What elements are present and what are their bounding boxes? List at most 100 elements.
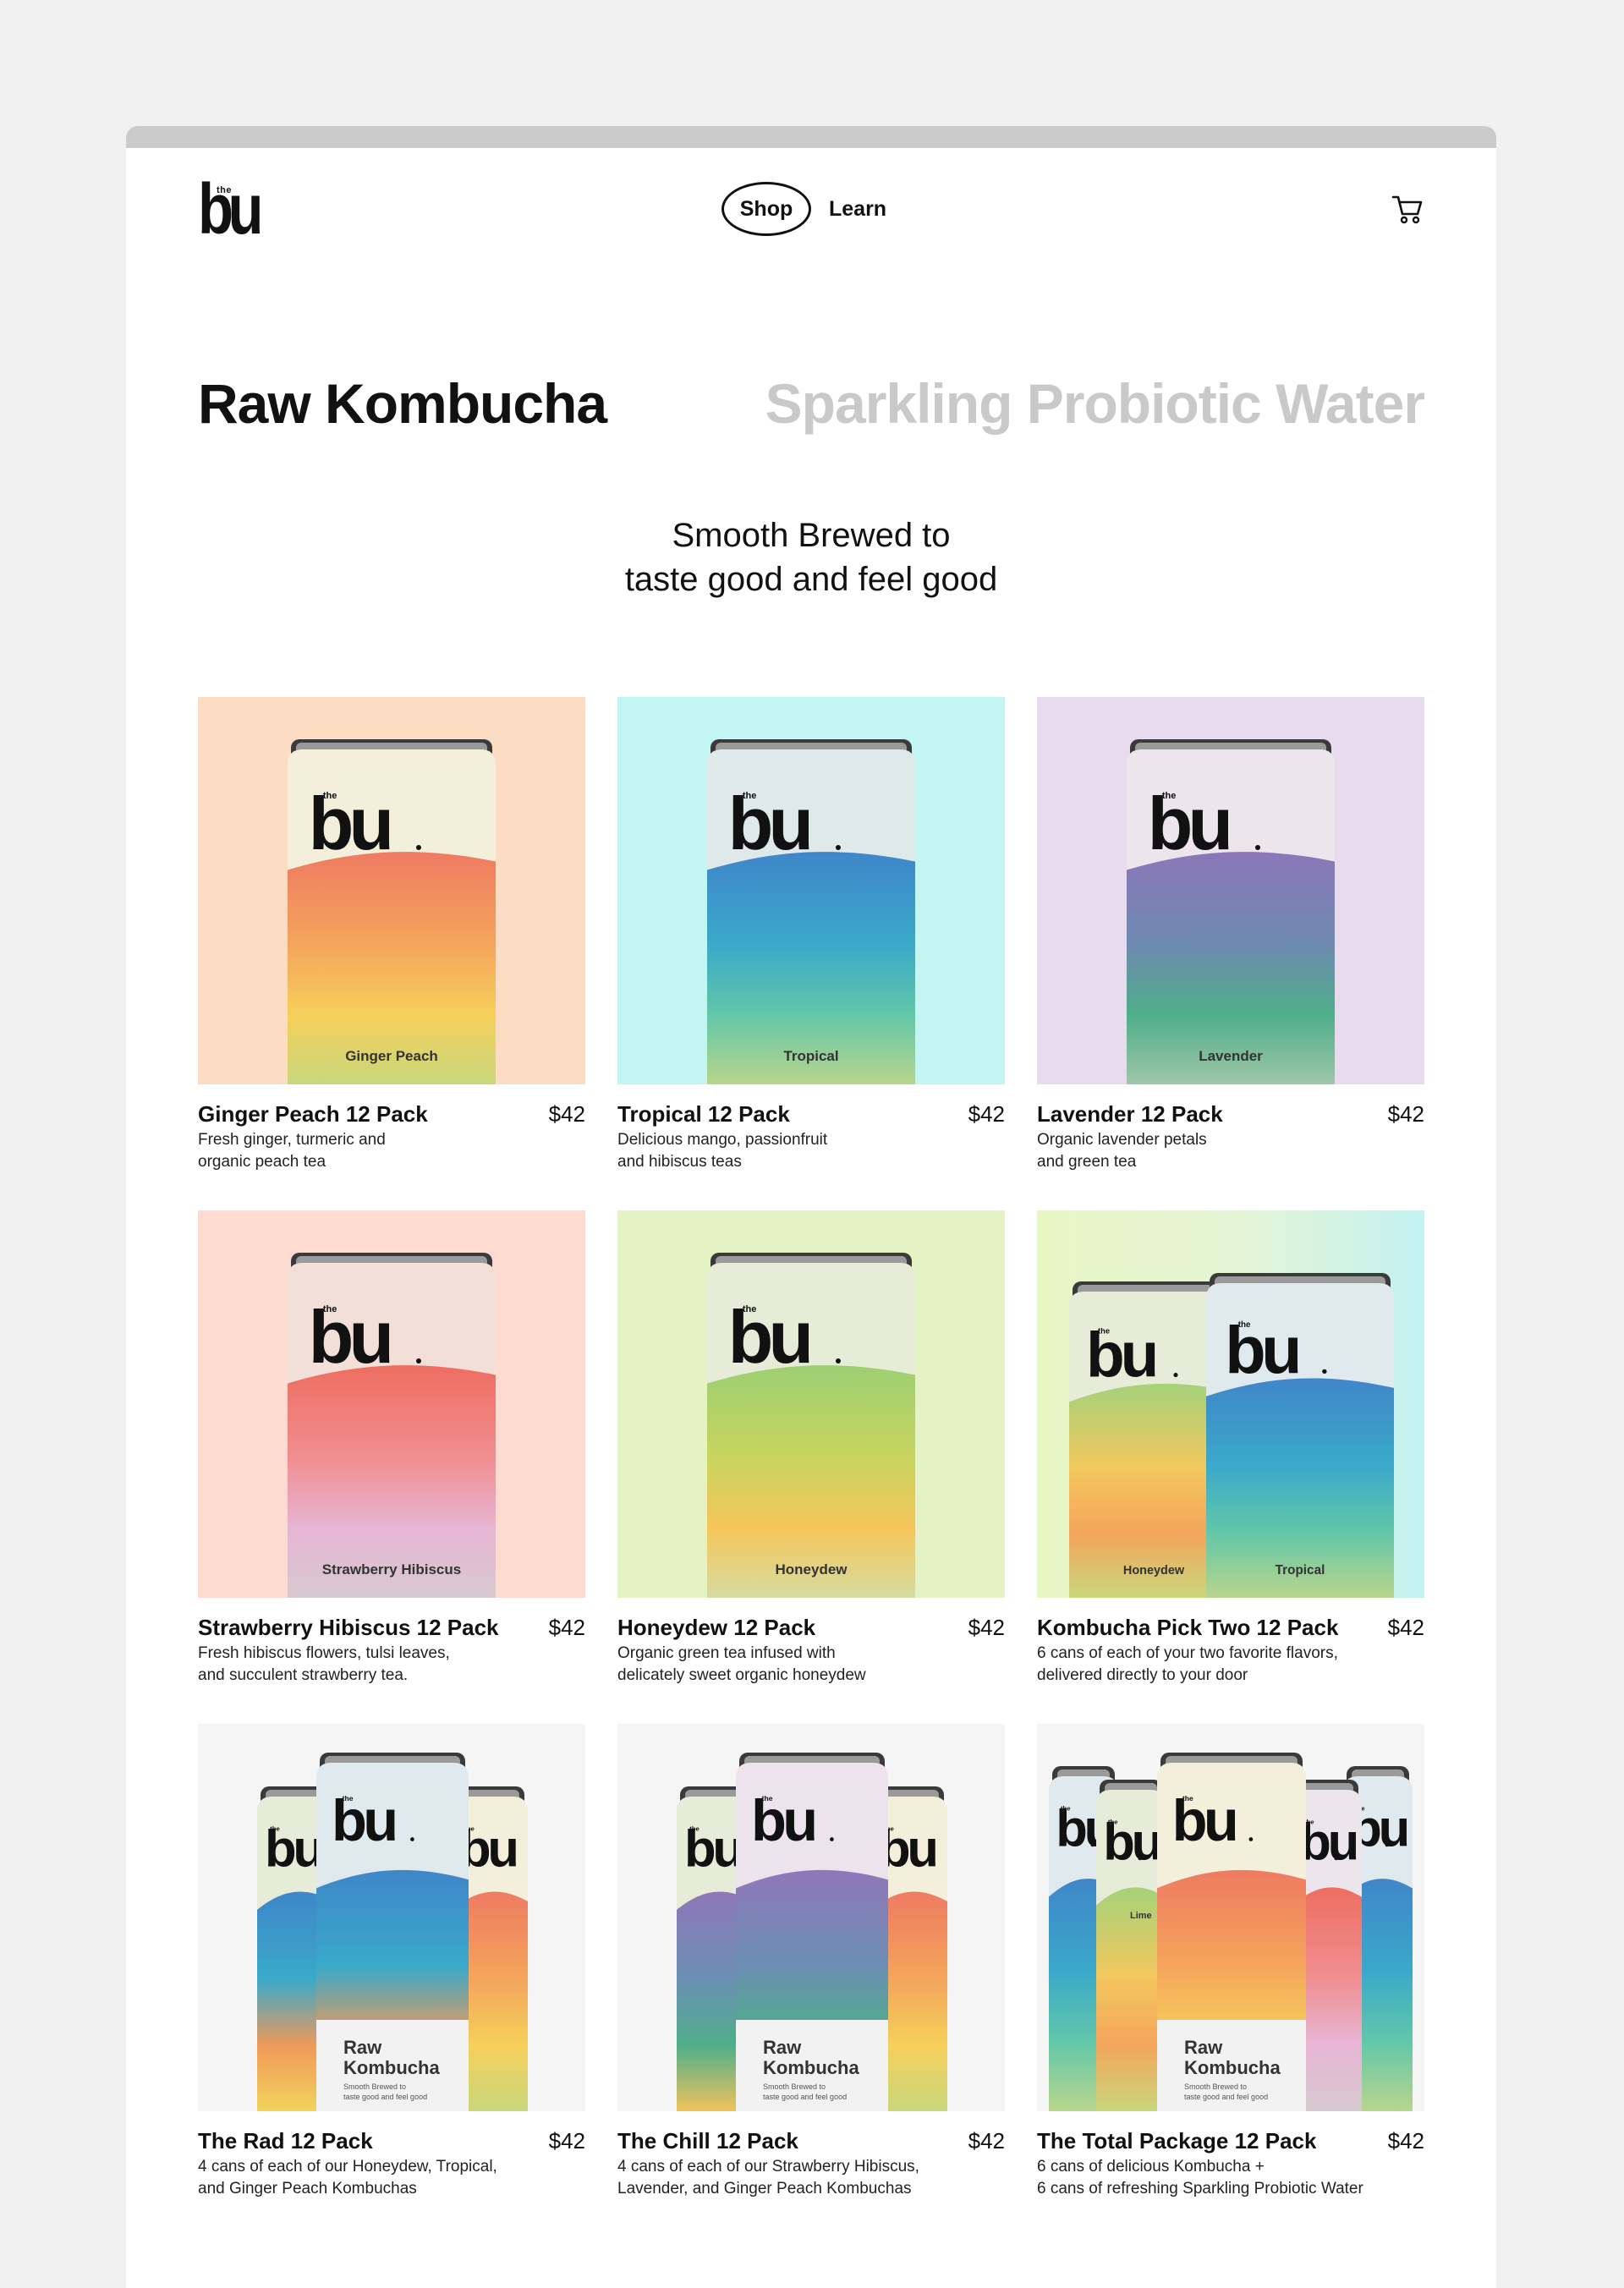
product-price: $42: [968, 1615, 1005, 1640]
product-image[interactable]: the bu Honeydew: [617, 1210, 1005, 1598]
logo-big-text: bu: [198, 169, 264, 249]
svg-text:bu: bu: [1172, 1788, 1236, 1853]
product-title[interactable]: The Rad 12 Pack: [198, 2128, 373, 2154]
product-card[interactable]: the bu Honeydew Honeydew 12 Pack $42 Organ…: [617, 1210, 1005, 1724]
product-image[interactable]: the bu Strawberry Hibiscus: [198, 1210, 585, 1598]
svg-text:Raw: Raw: [1184, 2037, 1223, 2058]
svg-text:Strawberry Hibiscus: Strawberry Hibiscus: [322, 1561, 461, 1577]
product-grid: the bu Ginger Peach Ginger Peach 12 Pack…: [198, 697, 1424, 2237]
product-description: 6 cans of delicious Kombucha + 6 cans of …: [1037, 2156, 1409, 2200]
product-description-line-2: and hibiscus teas: [617, 1153, 742, 1171]
product-description-line-2: and succulent strawberry tea.: [198, 1666, 409, 1684]
svg-text:Raw: Raw: [343, 2037, 382, 2058]
product-description-line-2: 6 cans of refreshing Sparkling Probiotic…: [1037, 2180, 1363, 2197]
svg-text:Smooth Brewed to: Smooth Brewed to: [763, 2082, 826, 2091]
product-price: $42: [968, 2128, 1005, 2154]
product-image[interactable]: the bu the bu: [198, 1724, 585, 2111]
can-illustration: the bu the bu: [257, 1753, 528, 2111]
product-card[interactable]: the bu the bu: [617, 1724, 1005, 2237]
product-price: $42: [548, 2128, 585, 2154]
product-description: 4 cans of each of our Honeydew, Tropical…: [198, 2156, 570, 2200]
product-card[interactable]: the bu the bu: [198, 1724, 585, 2237]
tagline-line-1: Smooth Brewed to: [672, 517, 951, 554]
product-card[interactable]: the bu Lavender Lavender 12 Pack $42 Organ…: [1037, 697, 1424, 1210]
nav-learn-link[interactable]: Learn: [829, 197, 886, 222]
product-description-line-1: 4 cans of each of our Strawberry Hibiscu…: [617, 2158, 919, 2176]
svg-text:bu: bu: [1299, 1813, 1356, 1872]
product-description-line-1: Fresh hibiscus flowers, tulsi leaves,: [198, 1644, 450, 1662]
can-illustration: the bu the bu: [677, 1753, 947, 2111]
brand-logo[interactable]: the bu: [198, 173, 283, 244]
product-description-line-2: and green tea: [1037, 1153, 1137, 1171]
svg-text:taste good and feel good: taste good and feel good: [1184, 2093, 1268, 2101]
product-title[interactable]: Kombucha Pick Two 12 Pack: [1037, 1615, 1338, 1641]
can-illustration: the bu Honeydew the bu Tropical: [1069, 1273, 1394, 1598]
product-card[interactable]: the bu Tropical Tropical 12 Pack $42 Delic…: [617, 697, 1005, 1210]
svg-text:bu: bu: [1225, 1312, 1298, 1387]
product-description-line-1: Fresh ginger, turmeric and: [198, 1131, 386, 1149]
product-description-line-1: Organic lavender petals: [1037, 1131, 1207, 1149]
product-title[interactable]: Strawberry Hibiscus 12 Pack: [198, 1615, 499, 1641]
product-image[interactable]: the bu Ginger Peach: [198, 697, 585, 1084]
product-description: Organic lavender petals and green tea: [1037, 1129, 1409, 1173]
product-description: 6 cans of each of your two favorite flav…: [1037, 1643, 1409, 1687]
product-description-line-2: delivered directly to your door: [1037, 1666, 1248, 1684]
svg-text:Honeydew: Honeydew: [775, 1561, 848, 1577]
tagline: Smooth Brewed to taste good and feel goo…: [126, 513, 1496, 601]
product-title[interactable]: Lavender 12 Pack: [1037, 1101, 1223, 1128]
product-description: 4 cans of each of our Strawberry Hibiscu…: [617, 2156, 990, 2200]
can-illustration: the bu Ginger Peach: [288, 739, 496, 1084]
product-description: Delicious mango, passionfruit and hibiscu…: [617, 1129, 990, 1173]
svg-text:bu: bu: [1148, 782, 1229, 865]
svg-text:Tropical: Tropical: [1276, 1563, 1325, 1577]
product-description-line-1: 6 cans of each of your two favorite flav…: [1037, 1644, 1338, 1662]
svg-text:bu: bu: [684, 1820, 741, 1879]
can-illustration: the bu Tropical: [707, 739, 915, 1084]
svg-text:Kombucha: Kombucha: [343, 2057, 440, 2078]
product-price: $42: [548, 1615, 585, 1640]
product-description-line-1: Delicious mango, passionfruit: [617, 1131, 828, 1149]
svg-text:Smooth Brewed to: Smooth Brewed to: [1184, 2082, 1247, 2091]
product-image[interactable]: the bu Lavender: [1037, 697, 1424, 1084]
product-description: Fresh hibiscus flowers, tulsi leaves, and…: [198, 1643, 570, 1687]
product-title[interactable]: Tropical 12 Pack: [617, 1101, 790, 1128]
site-header: the bu Shop Learn: [126, 148, 1496, 271]
can-illustration: the bu the bu: [1049, 1753, 1413, 2111]
product-card[interactable]: the bu Honeydew the bu Tropical Kombucha…: [1037, 1210, 1424, 1724]
svg-text:Ginger Peach: Ginger Peach: [345, 1048, 438, 1064]
product-price: $42: [548, 1101, 585, 1127]
product-card[interactable]: the bu Ginger Peach Ginger Peach 12 Pack…: [198, 697, 585, 1210]
product-image[interactable]: the bu the bu: [1037, 1724, 1424, 2111]
tagline-line-2: taste good and feel good: [624, 561, 998, 598]
product-image[interactable]: the bu Honeydew the bu Tropical: [1037, 1210, 1424, 1598]
product-title[interactable]: Ginger Peach 12 Pack: [198, 1101, 428, 1128]
product-title[interactable]: The Chill 12 Pack: [617, 2128, 798, 2154]
product-card[interactable]: the bu the bu: [1037, 1724, 1424, 2237]
can-illustration: the bu Honeydew: [707, 1253, 915, 1598]
can-illustration: the bu Strawberry Hibiscus: [288, 1253, 496, 1598]
product-image[interactable]: the bu Tropical: [617, 697, 1005, 1084]
product-description: Organic green tea infused with delicately…: [617, 1643, 990, 1687]
product-image[interactable]: the bu the bu: [617, 1724, 1005, 2111]
svg-text:Raw: Raw: [763, 2037, 802, 2058]
product-title[interactable]: The Total Package 12 Pack: [1037, 2128, 1316, 2154]
product-card[interactable]: the bu Strawberry Hibiscus Strawberry Hi…: [198, 1210, 585, 1724]
product-price: $42: [968, 1101, 1005, 1127]
svg-text:bu: bu: [309, 1295, 390, 1379]
tab-sparkling-probiotic-water[interactable]: Sparkling Probiotic Water: [765, 371, 1425, 436]
svg-text:bu: bu: [265, 1820, 321, 1879]
product-title[interactable]: Honeydew 12 Pack: [617, 1615, 815, 1641]
browser-window: the bu Shop Learn Raw Kombucha Sparkling…: [126, 126, 1496, 2288]
nav-shop-link[interactable]: Shop: [721, 182, 811, 236]
svg-text:Lime: Lime: [1130, 1911, 1152, 1921]
svg-text:taste good and feel good: taste good and feel good: [763, 2093, 847, 2101]
product-description-line-1: 4 cans of each of our Honeydew, Tropical…: [198, 2158, 497, 2176]
cart-icon[interactable]: [1391, 192, 1424, 226]
product-description-line-2: delicately sweet organic honeydew: [617, 1666, 866, 1684]
svg-text:taste good and feel good: taste good and feel good: [343, 2093, 427, 2101]
tab-raw-kombucha[interactable]: Raw Kombucha: [198, 371, 607, 436]
svg-text:bu: bu: [751, 1788, 815, 1853]
main-nav: Shop Learn: [721, 182, 886, 236]
product-description-line-2: organic peach tea: [198, 1153, 326, 1171]
product-price: $42: [1387, 2128, 1424, 2154]
